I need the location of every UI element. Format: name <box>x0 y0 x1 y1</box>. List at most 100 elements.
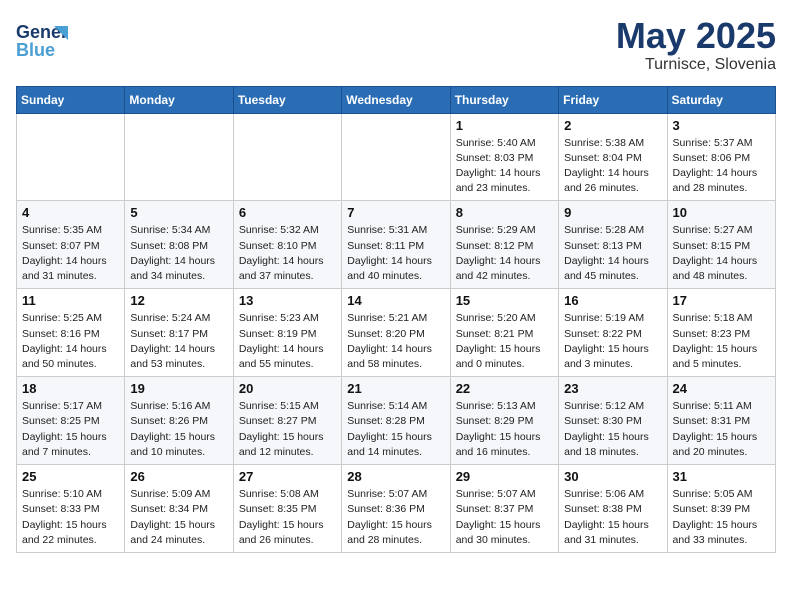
calendar-cell: 15 Sunrise: 5:20 AM Sunset: 8:21 PM Dayli… <box>450 289 558 377</box>
calendar-cell <box>342 113 450 201</box>
day-detail: Sunrise: 5:21 AM Sunset: 8:20 PM Dayligh… <box>347 311 444 372</box>
day-detail: Sunrise: 5:27 AM Sunset: 8:15 PM Dayligh… <box>673 223 770 284</box>
calendar-cell: 14 Sunrise: 5:21 AM Sunset: 8:20 PM Dayli… <box>342 289 450 377</box>
day-detail: Sunrise: 5:29 AM Sunset: 8:12 PM Dayligh… <box>456 223 553 284</box>
calendar-week-row: 4Sunrise: 5:35 AM Sunset: 8:07 PM Daylig… <box>17 201 776 289</box>
day-number: 7 <box>347 205 444 220</box>
month-title: May 2025 <box>616 16 776 56</box>
day-number: 15 <box>456 293 553 308</box>
day-number: 20 <box>239 381 336 396</box>
calendar-cell <box>233 113 341 201</box>
calendar-week-row: 25Sunrise: 5:10 AM Sunset: 8:33 PM Dayli… <box>17 465 776 553</box>
calendar-week-row: 18Sunrise: 5:17 AM Sunset: 8:25 PM Dayli… <box>17 377 776 465</box>
calendar-cell: 18Sunrise: 5:17 AM Sunset: 8:25 PM Dayli… <box>17 377 125 465</box>
calendar-cell <box>17 113 125 201</box>
svg-text:Blue: Blue <box>16 40 55 60</box>
day-number: 27 <box>239 469 336 484</box>
day-number: 3 <box>673 118 770 133</box>
day-number: 24 <box>673 381 770 396</box>
logo: General Blue <box>16 16 68 64</box>
calendar-cell: 13 Sunrise: 5:23 AM Sunset: 8:19 PM Dayli… <box>233 289 341 377</box>
calendar-table: SundayMondayTuesdayWednesdayThursdayFrid… <box>16 86 776 553</box>
calendar-cell: 3Sunrise: 5:37 AM Sunset: 8:06 PM Daylig… <box>667 113 775 201</box>
day-detail: Sunrise: 5:13 AM Sunset: 8:29 PM Dayligh… <box>456 399 553 460</box>
calendar-cell: 22 Sunrise: 5:13 AM Sunset: 8:29 PM Dayli… <box>450 377 558 465</box>
day-detail: Sunrise: 5:05 AM Sunset: 8:39 PM Dayligh… <box>673 487 770 548</box>
day-detail: Sunrise: 5:19 AM Sunset: 8:22 PM Dayligh… <box>564 311 661 372</box>
calendar-cell: 9Sunrise: 5:28 AM Sunset: 8:13 PM Daylig… <box>559 201 667 289</box>
weekday-header-sunday: Sunday <box>17 86 125 113</box>
day-number: 30 <box>564 469 661 484</box>
day-number: 21 <box>347 381 444 396</box>
calendar-cell: 11Sunrise: 5:25 AM Sunset: 8:16 PM Dayli… <box>17 289 125 377</box>
day-detail: Sunrise: 5:23 AM Sunset: 8:19 PM Dayligh… <box>239 311 336 372</box>
calendar-cell <box>125 113 233 201</box>
day-number: 29 <box>456 469 553 484</box>
weekday-header-row: SundayMondayTuesdayWednesdayThursdayFrid… <box>17 86 776 113</box>
weekday-header-wednesday: Wednesday <box>342 86 450 113</box>
weekday-header-tuesday: Tuesday <box>233 86 341 113</box>
day-detail: Sunrise: 5:20 AM Sunset: 8:21 PM Dayligh… <box>456 311 553 372</box>
day-detail: Sunrise: 5:09 AM Sunset: 8:34 PM Dayligh… <box>130 487 227 548</box>
day-number: 28 <box>347 469 444 484</box>
calendar-cell: 31Sunrise: 5:05 AM Sunset: 8:39 PM Dayli… <box>667 465 775 553</box>
day-detail: Sunrise: 5:16 AM Sunset: 8:26 PM Dayligh… <box>130 399 227 460</box>
day-detail: Sunrise: 5:38 AM Sunset: 8:04 PM Dayligh… <box>564 136 661 197</box>
calendar-cell: 20 Sunrise: 5:15 AM Sunset: 8:27 PM Dayli… <box>233 377 341 465</box>
calendar-cell: 28 Sunrise: 5:07 AM Sunset: 8:36 PM Dayli… <box>342 465 450 553</box>
day-number: 1 <box>456 118 553 133</box>
calendar-cell: 27 Sunrise: 5:08 AM Sunset: 8:35 PM Dayli… <box>233 465 341 553</box>
day-detail: Sunrise: 5:34 AM Sunset: 8:08 PM Dayligh… <box>130 223 227 284</box>
day-number: 16 <box>564 293 661 308</box>
calendar-cell: 4Sunrise: 5:35 AM Sunset: 8:07 PM Daylig… <box>17 201 125 289</box>
day-detail: Sunrise: 5:11 AM Sunset: 8:31 PM Dayligh… <box>673 399 770 460</box>
calendar-cell: 19 Sunrise: 5:16 AM Sunset: 8:26 PM Dayli… <box>125 377 233 465</box>
calendar-week-row: 11Sunrise: 5:25 AM Sunset: 8:16 PM Dayli… <box>17 289 776 377</box>
day-detail: Sunrise: 5:17 AM Sunset: 8:25 PM Dayligh… <box>22 399 119 460</box>
logo-icon: General Blue <box>16 16 68 64</box>
calendar-cell: 23 Sunrise: 5:12 AM Sunset: 8:30 PM Dayli… <box>559 377 667 465</box>
calendar-cell: 30 Sunrise: 5:06 AM Sunset: 8:38 PM Dayli… <box>559 465 667 553</box>
calendar-cell: 5 Sunrise: 5:34 AM Sunset: 8:08 PM Daylig… <box>125 201 233 289</box>
day-number: 19 <box>130 381 227 396</box>
calendar-cell: 8 Sunrise: 5:29 AM Sunset: 8:12 PM Daylig… <box>450 201 558 289</box>
day-detail: Sunrise: 5:40 AM Sunset: 8:03 PM Dayligh… <box>456 136 553 197</box>
day-detail: Sunrise: 5:31 AM Sunset: 8:11 PM Dayligh… <box>347 223 444 284</box>
day-detail: Sunrise: 5:25 AM Sunset: 8:16 PM Dayligh… <box>22 311 119 372</box>
calendar-cell: 6 Sunrise: 5:32 AM Sunset: 8:10 PM Daylig… <box>233 201 341 289</box>
calendar-cell: 17Sunrise: 5:18 AM Sunset: 8:23 PM Dayli… <box>667 289 775 377</box>
calendar-week-row: 1 Sunrise: 5:40 AM Sunset: 8:03 PM Daylig… <box>17 113 776 201</box>
day-detail: Sunrise: 5:12 AM Sunset: 8:30 PM Dayligh… <box>564 399 661 460</box>
day-number: 25 <box>22 469 119 484</box>
calendar-cell: 25Sunrise: 5:10 AM Sunset: 8:33 PM Dayli… <box>17 465 125 553</box>
day-number: 10 <box>673 205 770 220</box>
day-number: 8 <box>456 205 553 220</box>
location-title: Turnisce, Slovenia <box>616 56 776 74</box>
day-detail: Sunrise: 5:08 AM Sunset: 8:35 PM Dayligh… <box>239 487 336 548</box>
day-number: 6 <box>239 205 336 220</box>
calendar-cell: 24 Sunrise: 5:11 AM Sunset: 8:31 PM Dayli… <box>667 377 775 465</box>
weekday-header-friday: Friday <box>559 86 667 113</box>
day-detail: Sunrise: 5:06 AM Sunset: 8:38 PM Dayligh… <box>564 487 661 548</box>
day-number: 13 <box>239 293 336 308</box>
day-number: 23 <box>564 381 661 396</box>
calendar-cell: 12Sunrise: 5:24 AM Sunset: 8:17 PM Dayli… <box>125 289 233 377</box>
day-number: 5 <box>130 205 227 220</box>
day-number: 9 <box>564 205 661 220</box>
day-number: 14 <box>347 293 444 308</box>
day-detail: Sunrise: 5:07 AM Sunset: 8:37 PM Dayligh… <box>456 487 553 548</box>
weekday-header-saturday: Saturday <box>667 86 775 113</box>
day-detail: Sunrise: 5:15 AM Sunset: 8:27 PM Dayligh… <box>239 399 336 460</box>
weekday-header-monday: Monday <box>125 86 233 113</box>
day-number: 2 <box>564 118 661 133</box>
calendar-cell: 26 Sunrise: 5:09 AM Sunset: 8:34 PM Dayli… <box>125 465 233 553</box>
day-detail: Sunrise: 5:07 AM Sunset: 8:36 PM Dayligh… <box>347 487 444 548</box>
calendar-cell: 16 Sunrise: 5:19 AM Sunset: 8:22 PM Dayli… <box>559 289 667 377</box>
day-detail: Sunrise: 5:32 AM Sunset: 8:10 PM Dayligh… <box>239 223 336 284</box>
day-number: 26 <box>130 469 227 484</box>
day-number: 4 <box>22 205 119 220</box>
day-detail: Sunrise: 5:18 AM Sunset: 8:23 PM Dayligh… <box>673 311 770 372</box>
calendar-cell: 10 Sunrise: 5:27 AM Sunset: 8:15 PM Dayli… <box>667 201 775 289</box>
calendar-cell: 7 Sunrise: 5:31 AM Sunset: 8:11 PM Daylig… <box>342 201 450 289</box>
day-number: 22 <box>456 381 553 396</box>
